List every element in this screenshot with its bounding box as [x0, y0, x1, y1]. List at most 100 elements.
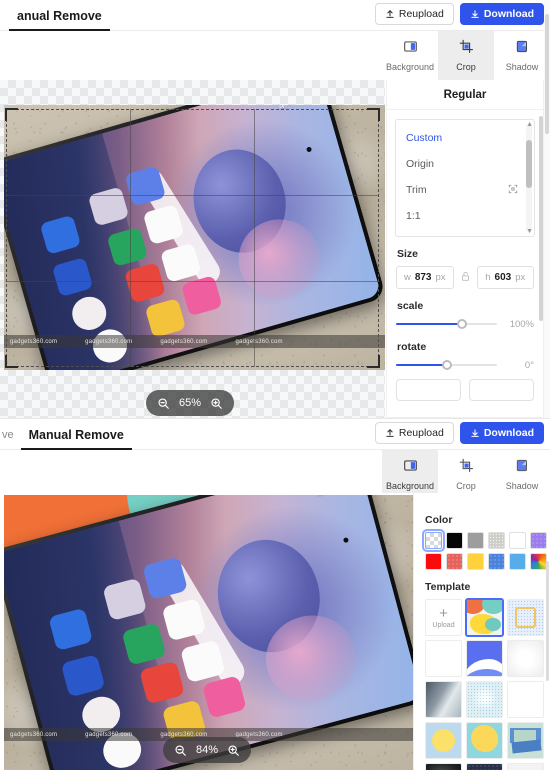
tab-manual-remove[interactable]: anual Remove: [9, 9, 110, 31]
tool-tab-background-label: Background: [385, 481, 435, 491]
template-blue-white-waves[interactable]: [466, 640, 503, 677]
color-swatch-red[interactable]: [425, 553, 442, 570]
tab-bar: anual Remove: [0, 0, 110, 31]
width-input[interactable]: w 873 px: [396, 266, 454, 289]
color-section-label: Color: [425, 514, 453, 526]
scale-value: 100%: [509, 318, 534, 330]
zoom-control[interactable]: 84%: [163, 737, 252, 763]
width-value: 873: [414, 272, 432, 283]
download-button[interactable]: Download: [459, 3, 544, 25]
color-swatch-white[interactable]: [509, 532, 526, 549]
ratio-option-origin[interactable]: Origin: [396, 151, 534, 177]
crop-cancel-button[interactable]: [396, 379, 461, 401]
ratio-label: 1:1: [406, 210, 421, 222]
template-ice-burst[interactable]: [466, 681, 503, 718]
template-blue-halftone[interactable]: [425, 640, 462, 677]
ratio-option-1-1[interactable]: 1:1: [396, 203, 534, 229]
color-swatch-light-gray-noise[interactable]: [488, 532, 505, 549]
template-blue-dotted-frame[interactable]: [507, 599, 544, 636]
template-yellow-blob[interactable]: [466, 722, 503, 759]
rotate-slider[interactable]: [396, 359, 497, 371]
tab-previous[interactable]: ve: [0, 429, 21, 450]
zoom-out-icon[interactable]: [174, 744, 187, 757]
download-button[interactable]: Download: [459, 422, 544, 444]
crop-panel-title: Regular: [387, 80, 543, 110]
zoom-out-icon[interactable]: [157, 397, 170, 410]
tool-tab-crop[interactable]: Crop: [438, 31, 494, 80]
reupload-button[interactable]: Reupload: [374, 422, 454, 444]
watermark-text: gadgets360.com: [85, 731, 133, 738]
tool-tab-shadow[interactable]: Shadow: [494, 31, 550, 80]
height-unit: px: [515, 272, 526, 283]
template-upload-button[interactable]: + Upload: [425, 599, 462, 636]
header-actions: Reupload Download: [374, 422, 544, 444]
scrollbar-thumb[interactable]: [546, 561, 549, 681]
aspect-ratio-list[interactable]: Custom Origin Trim 1:1 ▲ ▼: [395, 119, 535, 237]
template-yellow-circle[interactable]: [425, 722, 462, 759]
crop-action-buttons: [387, 371, 543, 401]
tool-tab-shadow[interactable]: Shadow: [494, 450, 550, 499]
editing-image[interactable]: 4:03: [4, 495, 413, 770]
settings-panel-scrollbar[interactable]: [538, 116, 543, 409]
color-swatch-gray[interactable]: [467, 532, 484, 549]
phone-clock: 4:03: [314, 495, 336, 499]
scrollbar-thumb[interactable]: [526, 140, 532, 188]
download-label: Download: [483, 8, 534, 20]
template-orange-halftone[interactable]: [507, 681, 544, 718]
download-icon: [470, 9, 480, 19]
ratio-option-3-2[interactable]: 3:2: [396, 229, 534, 236]
editing-image[interactable]: 4:03: [4, 105, 385, 370]
ratio-list-scrollbar[interactable]: [526, 124, 532, 232]
template-navy-dots[interactable]: [466, 763, 503, 770]
tool-tab-background[interactable]: Background: [382, 31, 438, 80]
unlocked-padlock-icon[interactable]: [460, 269, 471, 287]
color-swatch-salmon[interactable]: [446, 553, 463, 570]
zoom-control[interactable]: 65%: [146, 390, 235, 416]
header-bar: anual Remove Reupload Download: [0, 0, 550, 31]
template-gray-light-beam[interactable]: [425, 681, 462, 718]
slider-thumb[interactable]: [441, 360, 452, 370]
ratio-option-custom[interactable]: Custom: [396, 125, 534, 151]
color-swatch-blue[interactable]: [488, 553, 505, 570]
crop-apply-button[interactable]: [469, 379, 534, 401]
zoom-in-icon[interactable]: [210, 397, 223, 410]
scale-slider[interactable]: [396, 318, 497, 330]
tool-tab-crop[interactable]: Crop: [438, 450, 494, 499]
tab-manual-remove[interactable]: Manual Remove: [20, 428, 132, 450]
color-swatch-yellow[interactable]: [467, 553, 484, 570]
height-prefix: h: [485, 272, 491, 283]
scroll-up-arrow-icon[interactable]: ▲: [526, 121, 533, 128]
background-panel-scrollbar[interactable]: [545, 501, 549, 765]
scrollbar-thumb[interactable]: [539, 116, 543, 321]
tab-previous[interactable]: [0, 22, 9, 31]
template-dark-vignette[interactable]: [425, 763, 462, 770]
ratio-option-trim[interactable]: Trim: [396, 177, 534, 203]
background-panel-scroll-area[interactable]: Color Template + Upload: [414, 493, 550, 770]
tool-tab-shadow-label: Shadow: [505, 481, 539, 491]
reupload-button[interactable]: Reupload: [374, 3, 454, 25]
color-swatch-light-blue[interactable]: [509, 553, 526, 570]
zoom-in-icon[interactable]: [227, 744, 240, 757]
scrollbar-thumb[interactable]: [545, 14, 549, 134]
phone-clock: 4:03: [277, 105, 299, 113]
color-swatch-black[interactable]: [446, 532, 463, 549]
tool-tab-background[interactable]: Background: [382, 450, 438, 499]
background-canvas[interactable]: 4:03: [0, 493, 413, 770]
download-icon: [470, 428, 480, 438]
template-white-radial[interactable]: [507, 640, 544, 677]
width-prefix: w: [403, 272, 411, 283]
crop-icon: [459, 39, 474, 59]
color-swatch-transparent[interactable]: [422, 529, 445, 552]
template-blue-rectangles[interactable]: [507, 722, 544, 759]
crop-canvas[interactable]: 4:03: [0, 80, 385, 418]
rotate-slider-row: 0°: [387, 359, 543, 371]
background-screenshot-panel: ve Manual Remove Reupload Download Backg…: [0, 418, 550, 770]
slider-thumb[interactable]: [456, 319, 467, 329]
page-scrollbar[interactable]: [544, 0, 550, 418]
template-white-strokes[interactable]: [507, 763, 544, 770]
scroll-down-arrow-icon[interactable]: ▼: [526, 228, 533, 235]
crop-settings-panel: Regular Custom Origin Trim 1:1 ▲ ▼ Size …: [386, 80, 544, 418]
background-icon: [403, 39, 418, 59]
template-orange-teal-blobs[interactable]: [465, 598, 504, 637]
height-input[interactable]: h 603 px: [476, 266, 534, 289]
